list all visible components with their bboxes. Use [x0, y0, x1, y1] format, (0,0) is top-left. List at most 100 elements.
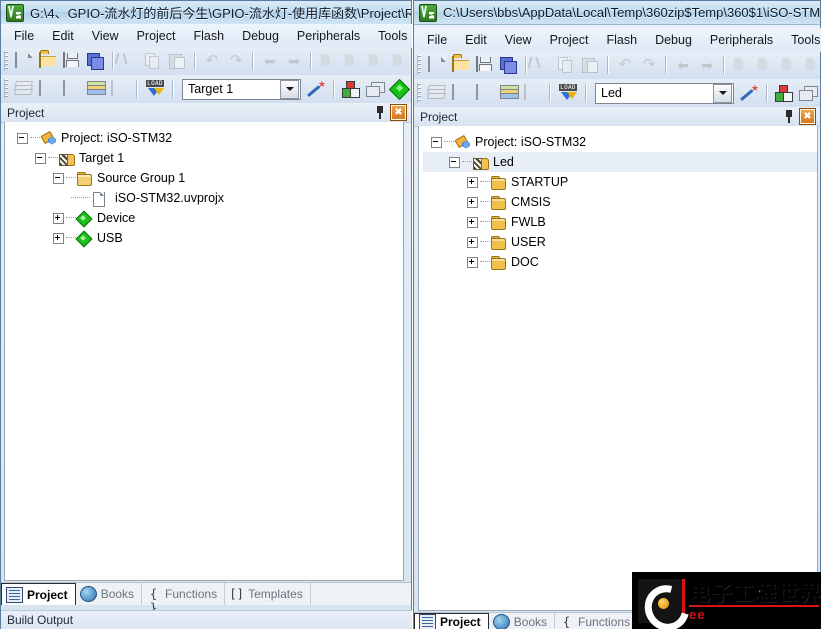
tab-functions[interactable]: { } Functions — [142, 583, 226, 615]
bookmark-toggle-icon[interactable] — [729, 54, 753, 77]
menu-peripherals[interactable]: Peripherals — [701, 30, 782, 50]
chevron-down-icon[interactable] — [280, 79, 299, 99]
expander-plus-icon[interactable] — [467, 236, 478, 248]
redo-icon[interactable]: ↷ — [637, 54, 661, 77]
menu-debug[interactable]: Debug — [233, 26, 288, 46]
tree-item-project[interactable]: Project: iSO-STM32 — [423, 132, 817, 152]
menu-view[interactable]: View — [83, 26, 128, 46]
undo-icon[interactable]: ↶ — [613, 54, 637, 77]
open-file-icon[interactable] — [36, 50, 60, 73]
expander-plus-icon[interactable] — [467, 256, 478, 268]
project-tree-front[interactable]: Project: iSO-STM32 Led STARTUP CMSIS FWL… — [418, 126, 818, 611]
bookmark-prev-icon[interactable] — [340, 50, 364, 73]
bookmark-toggle-icon[interactable] — [316, 50, 340, 73]
project-dock-header-back[interactable]: Project ✖ — [1, 103, 411, 123]
tree-item-source-group[interactable]: Source Group 1 — [9, 168, 403, 188]
new-file-icon[interactable] — [425, 54, 449, 77]
rebuild-icon[interactable] — [473, 82, 497, 105]
navigate-forward-icon[interactable]: ➡ — [695, 54, 719, 77]
undo-icon[interactable]: ↶ — [200, 50, 224, 73]
toolbar-row1-back[interactable]: ↶ ↷ ⬅ ➡ — [1, 47, 411, 76]
panel-tabs-back[interactable]: Project Books { } Functions [] Templates — [1, 582, 411, 615]
toolbar-grip[interactable] — [417, 55, 421, 75]
toolbar-grip[interactable] — [417, 83, 421, 103]
tree-item-group-fwlb[interactable]: FWLB — [423, 212, 817, 232]
copy-icon[interactable] — [142, 50, 166, 73]
menubar-back[interactable]: File Edit View Project Flash Debug Perip… — [1, 24, 412, 48]
tab-functions[interactable]: { } Functions — [555, 613, 639, 629]
toolbar-row2-back[interactable]: LOAD Target 1 — [1, 75, 411, 104]
copy-icon[interactable] — [555, 54, 579, 77]
target-combo-back[interactable]: Target 1 — [182, 78, 301, 100]
menu-debug[interactable]: Debug — [646, 30, 701, 50]
bookmark-clear-icon[interactable] — [801, 54, 821, 77]
menu-edit[interactable]: Edit — [456, 30, 496, 50]
menu-file[interactable]: File — [5, 26, 43, 46]
bookmark-prev-icon[interactable] — [753, 54, 777, 77]
tree-item-group-cmsis[interactable]: CMSIS — [423, 192, 817, 212]
menu-file[interactable]: File — [418, 30, 456, 50]
tab-project[interactable]: Project — [1, 583, 76, 605]
menu-project[interactable]: Project — [541, 30, 598, 50]
translate-icon[interactable] — [36, 78, 60, 101]
expander-plus-icon[interactable] — [467, 216, 478, 228]
bookmark-next-icon[interactable] — [777, 54, 801, 77]
navigate-forward-icon[interactable]: ➡ — [282, 50, 306, 73]
expander-plus-icon[interactable] — [467, 176, 478, 188]
tree-item-target[interactable]: Led — [423, 152, 817, 172]
expander-plus-icon[interactable] — [53, 212, 64, 224]
paste-icon[interactable] — [166, 50, 190, 73]
navigate-back-icon[interactable]: ⬅ — [671, 54, 695, 77]
tree-item-device[interactable]: Device — [9, 208, 403, 228]
menu-flash[interactable]: Flash — [597, 30, 646, 50]
target-options-icon[interactable] — [305, 78, 329, 101]
save-icon[interactable] — [473, 54, 497, 77]
rebuild-icon[interactable] — [60, 78, 84, 101]
tree-item-group-startup[interactable]: STARTUP — [423, 172, 817, 192]
expander-plus-icon[interactable] — [467, 196, 478, 208]
navigate-back-icon[interactable]: ⬅ — [258, 50, 282, 73]
tab-books[interactable]: Books — [76, 583, 143, 605]
tree-item-project[interactable]: Project: iSO-STM32 — [9, 128, 403, 148]
menu-view[interactable]: View — [496, 30, 541, 50]
tree-item-usb[interactable]: USB — [9, 228, 403, 248]
menu-tools[interactable]: Tools — [782, 30, 821, 50]
menubar-front[interactable]: File Edit View Project Flash Debug Perip… — [414, 28, 821, 52]
manage-project-items-icon[interactable] — [772, 82, 796, 105]
expander-plus-icon[interactable] — [53, 232, 64, 244]
bookmark-clear-icon[interactable] — [388, 50, 412, 73]
pin-icon[interactable] — [373, 105, 387, 120]
redo-icon[interactable]: ↷ — [224, 50, 248, 73]
titlebar-back[interactable]: G:\4、GPIO-流水灯的前后今生\GPIO-流水灯-使用库函数\Projec… — [1, 1, 411, 25]
tree-item-target[interactable]: Target 1 — [9, 148, 403, 168]
save-all-icon[interactable] — [497, 54, 521, 77]
expander-minus-icon[interactable] — [53, 172, 64, 184]
expander-minus-icon[interactable] — [35, 152, 46, 164]
toolbar-grip[interactable] — [4, 79, 8, 99]
window-back[interactable]: G:\4、GPIO-流水灯的前后今生\GPIO-流水灯-使用库函数\Projec… — [0, 0, 412, 629]
device-database-icon[interactable] — [387, 78, 411, 101]
toolbar-grip[interactable] — [4, 51, 8, 71]
target-options-icon[interactable] — [738, 82, 762, 105]
bookmark-next-icon[interactable] — [364, 50, 388, 73]
cut-icon[interactable] — [531, 54, 555, 77]
project-dock-header-front[interactable]: Project ✖ — [414, 107, 820, 127]
batch-build-icon[interactable] — [84, 78, 108, 101]
close-icon[interactable]: ✖ — [799, 108, 816, 125]
chevron-down-icon[interactable] — [713, 83, 732, 103]
menu-flash[interactable]: Flash — [184, 26, 233, 46]
tab-books[interactable]: Books — [489, 613, 556, 629]
menu-tools[interactable]: Tools — [369, 26, 412, 46]
manage-windows-icon[interactable] — [363, 78, 387, 101]
menu-project[interactable]: Project — [128, 26, 185, 46]
save-all-icon[interactable] — [84, 50, 108, 73]
toolbar-row1-front[interactable]: ↶ ↷ ⬅ ➡ — [414, 51, 820, 80]
stop-build-icon[interactable] — [108, 78, 132, 101]
tree-item-group-doc[interactable]: DOC — [423, 252, 817, 272]
cut-icon[interactable] — [118, 50, 142, 73]
tree-item-file[interactable]: iSO-STM32.uvprojx — [9, 188, 403, 208]
build-icon[interactable] — [12, 78, 36, 101]
target-combo-front[interactable]: Led — [595, 82, 734, 104]
expander-minus-icon[interactable] — [431, 136, 442, 148]
build-icon[interactable] — [425, 82, 449, 105]
